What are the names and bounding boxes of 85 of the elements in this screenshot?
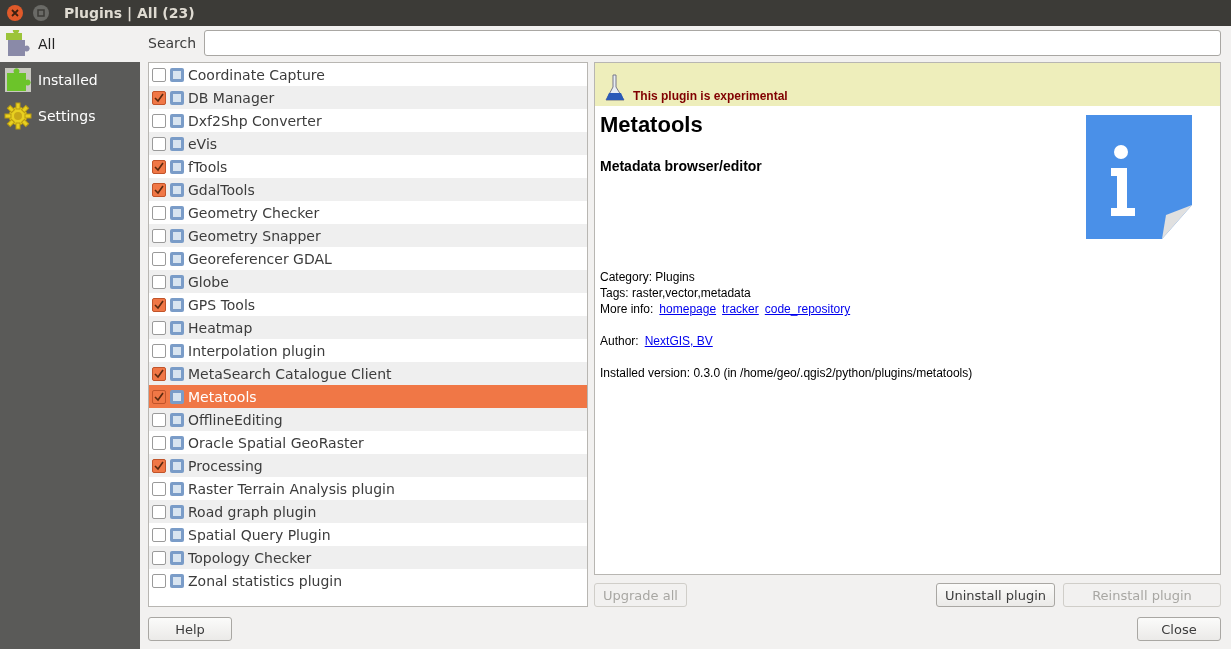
plugin-row[interactable]: GdalTools [149,178,587,201]
checkbox[interactable] [152,274,166,289]
sidebar-item[interactable]: Installed [0,62,140,98]
checkbox[interactable] [152,366,166,381]
checkbox[interactable] [152,182,166,197]
checkbox[interactable] [152,412,166,427]
checkbox[interactable] [152,458,166,473]
checkbox[interactable] [152,228,166,243]
sidebar-item[interactable]: Settings [0,98,140,134]
plugin-row[interactable]: OfflineEditing [149,408,587,431]
plugin-icon [169,342,185,359]
gear-icon [4,102,32,130]
checkbox[interactable] [152,504,166,519]
plugin-icon [169,66,185,83]
plugin-icon [169,204,185,221]
plugin-icon [169,457,185,474]
plugin-icon [169,503,185,520]
plugin-icon [169,158,185,175]
plugin-icon [169,526,185,543]
plugin-icon [169,572,185,589]
plugin-description: Metadata browser/editor [600,158,763,174]
plugin-row[interactable]: Processing [149,454,587,477]
plugin-icon [169,273,185,290]
search-field[interactable] [204,30,1221,56]
plugin-row[interactable]: Heatmap [149,316,587,339]
plugin-title: Metatools [600,112,704,138]
plugin-icon [169,434,185,451]
window-title: Plugins | All (23) [64,5,195,21]
checkbox[interactable] [152,136,166,151]
checkbox[interactable] [152,550,166,565]
plugin-row[interactable]: eVis [149,132,587,155]
checkbox[interactable] [152,90,166,105]
plugin-icon [169,549,185,566]
checkbox[interactable] [152,389,166,404]
flask-icon [603,73,627,103]
checkbox[interactable] [152,113,166,128]
close-button[interactable]: Close [1137,617,1221,641]
plugin-row[interactable]: Road graph plugin [149,500,587,523]
checkbox[interactable] [152,251,166,266]
plugin-icon [169,89,185,106]
author-link[interactable]: NextGIS, BV [644,334,713,348]
puzzle-icon [4,67,32,93]
plugin-icon [169,181,185,198]
close-icon[interactable] [6,4,24,22]
plugin-row[interactable]: Globe [149,270,587,293]
plugin-row[interactable]: MetaSearch Catalogue Client [149,362,587,385]
plugin-row[interactable]: DB Manager [149,86,587,109]
info-link[interactable]: tracker [722,302,759,316]
category-text: Category: Plugins [600,270,696,284]
plugin-icon [169,319,185,336]
plugin-icon [169,227,185,244]
plugin-icon [169,135,185,152]
info-link[interactable]: homepage [659,302,717,316]
plugin-icon [169,388,185,405]
plugin-icon [169,250,185,267]
checkbox[interactable] [152,573,166,588]
checkbox[interactable] [152,435,166,450]
checkbox[interactable] [152,320,166,335]
puzzle-icon [4,30,32,58]
sidebar-item[interactable]: All [0,26,140,62]
minimize-icon[interactable] [32,4,50,22]
checkbox[interactable] [152,159,166,174]
tags-text: Tags: raster,vector,metadata [600,286,752,300]
plugin-row[interactable]: Geometry Snapper [149,224,587,247]
plugin-icon [169,480,185,497]
action-button[interactable]: Uninstall plugin [936,583,1055,607]
plugin-icon [169,365,185,382]
search-label: Search [148,35,197,51]
checkbox[interactable] [152,527,166,542]
help-button[interactable]: Help [148,617,232,641]
plugin-icon [169,112,185,129]
info-icon [1083,112,1195,242]
plugin-icon [169,296,185,313]
experimental-warning: This plugin is experimental [633,89,788,103]
checkbox[interactable] [152,481,166,496]
installed-version-text: Installed version: 0.3.0 (in /home/geo/.qgis2/python/plugins/metatools) [600,366,974,380]
author-label: Author: [600,334,639,348]
checkbox[interactable] [152,297,166,312]
plugin-icon [169,411,185,428]
checkbox[interactable] [152,205,166,220]
checkbox[interactable] [152,343,166,358]
info-link[interactable]: code_repository [764,302,851,316]
more-info-label: More info: [600,302,654,316]
plugin-row[interactable]: Topology Checker [149,546,587,569]
checkbox[interactable] [152,67,166,82]
